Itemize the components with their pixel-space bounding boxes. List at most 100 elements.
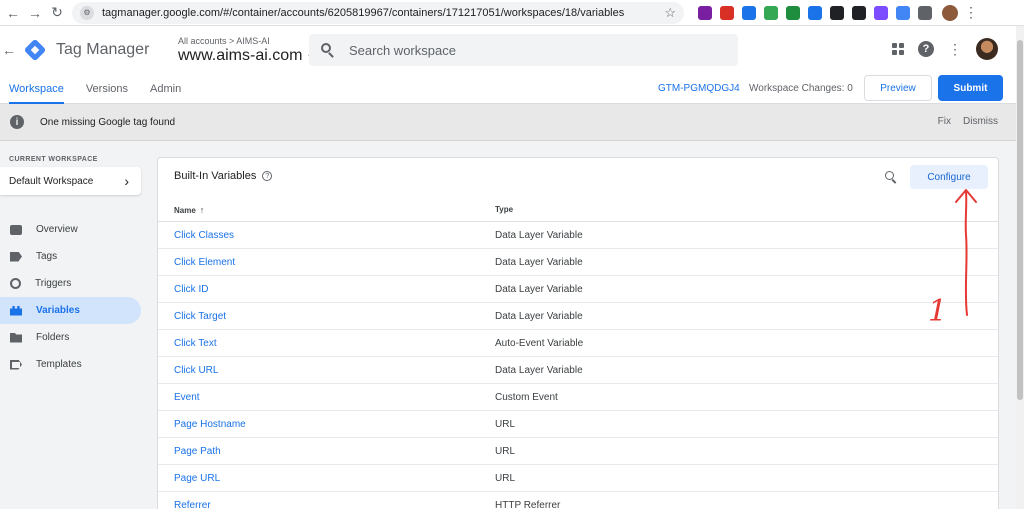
variable-type: Custom Event — [495, 392, 558, 403]
dismiss-button[interactable]: Dismiss — [963, 116, 998, 127]
forward-arrow-icon[interactable]: → — [24, 2, 46, 24]
folder-icon — [10, 332, 22, 343]
extension-icon[interactable] — [874, 5, 888, 20]
variable-name-link[interactable]: Page Path — [174, 446, 221, 457]
variables-icon — [10, 305, 22, 316]
sidebar-item-label: Variables — [36, 305, 80, 316]
extension-icon[interactable] — [808, 5, 822, 20]
search-icon[interactable] — [885, 171, 898, 184]
account-breadcrumb[interactable]: All accounts > AIMS-AI — [178, 36, 315, 46]
built-in-variables-card: Built-In Variables ? Configure Name ↑ Typ… — [157, 157, 999, 509]
table-row[interactable]: Page Path URL — [158, 438, 998, 465]
extension-icon[interactable] — [786, 5, 800, 20]
sort-ascending-icon[interactable]: ↑ — [200, 205, 205, 215]
bookmark-star-icon[interactable]: ☆ — [664, 5, 676, 21]
address-bar[interactable]: ⚙ tagmanager.google.com/#/container/acco… — [72, 1, 684, 24]
table-row[interactable]: Click Text Auto-Event Variable — [158, 330, 998, 357]
table-row[interactable]: Referrer HTTP Referrer — [158, 492, 998, 509]
sidebar-nav: Overview Tags Triggers Variables Folders… — [0, 216, 141, 378]
table-row[interactable]: Click ID Data Layer Variable — [158, 276, 998, 303]
sidebar-item-label: Overview — [36, 224, 78, 235]
variable-name-link[interactable]: Referrer — [174, 500, 211, 509]
table-header: Name ↑ Type — [158, 196, 998, 222]
sidebar-item-tags[interactable]: Tags — [0, 243, 141, 270]
variable-name-link[interactable]: Click Element — [174, 257, 235, 268]
sidebar-item-variables[interactable]: Variables — [0, 297, 141, 324]
variable-name-link[interactable]: Click ID — [174, 284, 208, 295]
extension-icon[interactable] — [698, 5, 712, 20]
submit-button[interactable]: Submit — [938, 75, 1003, 101]
card-title-text: Built-In Variables — [174, 170, 257, 182]
tab-workspace[interactable]: Workspace — [9, 74, 64, 104]
column-header-name-text[interactable]: Name — [174, 206, 196, 215]
tab-versions[interactable]: Versions — [86, 74, 128, 104]
browser-menu-icon[interactable]: ⋮ — [964, 4, 978, 21]
tab-admin[interactable]: Admin — [150, 74, 181, 104]
current-workspace-label: CURRENT WORKSPACE — [9, 156, 98, 163]
workspace-selector[interactable]: Default Workspace › — [0, 167, 141, 195]
scrollbar-thumb[interactable] — [1017, 40, 1023, 400]
more-vert-icon[interactable]: ⋮ — [948, 41, 962, 58]
sidebar-item-overview[interactable]: Overview — [0, 216, 141, 243]
back-icon[interactable]: ← — [0, 42, 18, 58]
table-row[interactable]: Click URL Data Layer Variable — [158, 357, 998, 384]
sidebar-item-templates[interactable]: Templates — [0, 351, 141, 378]
profile-avatar[interactable] — [942, 4, 958, 21]
extension-icon[interactable] — [896, 5, 910, 20]
container-name[interactable]: www.aims-ai.com▼ — [178, 47, 315, 65]
table-row[interactable]: Click Target Data Layer Variable — [158, 303, 998, 330]
variable-name-link[interactable]: Click Target — [174, 311, 226, 322]
variable-name-link[interactable]: Page URL — [174, 473, 220, 484]
fix-button[interactable]: Fix — [938, 116, 951, 127]
preview-button[interactable]: Preview — [864, 75, 932, 101]
variable-type: URL — [495, 419, 516, 430]
product-name: Tag Manager — [56, 41, 150, 58]
extension-icon[interactable] — [830, 5, 844, 20]
workspace-name[interactable]: Default Workspace — [9, 176, 124, 187]
search-workspace-input[interactable]: Search workspace — [309, 34, 738, 66]
sidebar-item-label: Templates — [36, 359, 82, 370]
container-id-link[interactable]: GTM-PGMQDGJ4 — [658, 83, 740, 94]
variable-name-link[interactable]: Click URL — [174, 365, 218, 376]
sidebar-item-label: Triggers — [35, 278, 72, 289]
url-text[interactable]: tagmanager.google.com/#/container/accoun… — [102, 7, 664, 19]
variable-name-link[interactable]: Click Text — [174, 338, 217, 349]
variable-name-link[interactable]: Click Classes — [174, 230, 234, 241]
site-info-icon[interactable]: ⚙ — [80, 5, 94, 20]
tag-icon — [10, 251, 22, 262]
table-row[interactable]: Click Classes Data Layer Variable — [158, 222, 998, 249]
reload-icon[interactable]: ↻ — [46, 2, 68, 24]
help-icon[interactable]: ? — [918, 41, 934, 57]
extension-icon[interactable] — [764, 5, 778, 20]
help-outline-icon[interactable]: ? — [262, 171, 273, 181]
table-row[interactable]: Page Hostname URL — [158, 411, 998, 438]
chevron-right-icon[interactable]: › — [124, 173, 129, 189]
variable-name-link[interactable]: Page Hostname — [174, 419, 246, 430]
search-icon — [321, 43, 335, 58]
sidebar-item-folders[interactable]: Folders — [0, 324, 141, 351]
app-header: ← Tag Manager All accounts > AIMS-AI www… — [0, 26, 1016, 74]
container-name-text[interactable]: www.aims-ai.com — [178, 47, 302, 64]
back-arrow-icon[interactable]: ← — [2, 2, 24, 24]
search-placeholder[interactable]: Search workspace — [349, 43, 456, 58]
variable-type: HTTP Referrer — [495, 500, 561, 509]
account-switcher[interactable]: All accounts > AIMS-AI www.aims-ai.com▼ — [178, 36, 315, 65]
user-avatar[interactable] — [976, 38, 998, 60]
table-row[interactable]: Page URL URL — [158, 465, 998, 492]
variable-type: URL — [495, 446, 516, 457]
table-row[interactable]: Click Element Data Layer Variable — [158, 249, 998, 276]
extension-icon[interactable] — [742, 5, 756, 20]
extension-icon[interactable] — [852, 5, 866, 20]
notice-text: One missing Google tag found — [40, 116, 176, 128]
extension-icon[interactable] — [720, 5, 734, 20]
extension-icon[interactable] — [918, 5, 932, 20]
sidebar-item-triggers[interactable]: Triggers — [0, 270, 141, 297]
variable-name-link[interactable]: Event — [174, 392, 200, 403]
info-icon: i — [10, 115, 24, 129]
column-header-name[interactable]: Name ↑ — [174, 205, 204, 215]
tag-manager-logo-icon — [23, 38, 47, 62]
missing-tag-notice: i One missing Google tag found Fix Dismi… — [0, 104, 1016, 141]
page-scrollbar[interactable] — [1016, 26, 1024, 509]
apps-grid-icon[interactable] — [892, 43, 904, 55]
table-row[interactable]: Event Custom Event — [158, 384, 998, 411]
